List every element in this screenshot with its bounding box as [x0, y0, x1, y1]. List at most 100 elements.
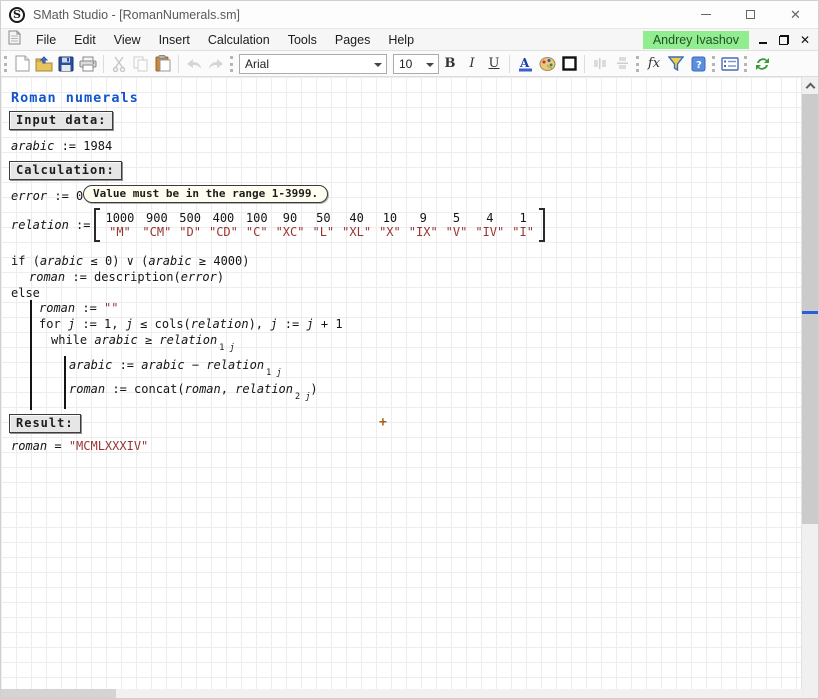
account-button[interactable]: Andrey Ivashov [643, 31, 749, 49]
expression-arabic-subtract[interactable]: arabic := arabic − relation1 j [69, 358, 281, 378]
font-color-button[interactable]: A [514, 53, 536, 75]
section-label-input-data[interactable]: Input data: [9, 111, 113, 130]
font-name-select[interactable]: Arial [239, 54, 387, 74]
app-logo-icon: S [9, 7, 25, 23]
new-sheet-icon [15, 55, 30, 72]
align-horizontal-icon [593, 57, 608, 70]
reference-book-button[interactable]: ? [687, 53, 709, 75]
expression-error-definition[interactable]: error := 0 [11, 189, 83, 203]
close-button[interactable]: ✕ [773, 1, 818, 28]
relation-lhs: relation := [11, 218, 90, 232]
toolbar-separator [103, 55, 104, 73]
redo-button[interactable] [205, 53, 227, 75]
toolbar-grip[interactable] [4, 56, 7, 72]
horizontal-scrollbar-thumb[interactable] [1, 689, 116, 698]
copy-icon [133, 56, 149, 72]
toolbar-separator [178, 55, 179, 73]
filter-button[interactable] [665, 53, 687, 75]
align-horizontal-button[interactable] [589, 53, 611, 75]
underline-button[interactable]: U [483, 53, 505, 75]
undo-button[interactable] [183, 53, 205, 75]
expression-roman-empty[interactable]: roman := "" [39, 301, 118, 315]
expression-roman-description[interactable]: roman := description(error) [29, 270, 224, 284]
expression-while-condition[interactable]: while arabic ≥ relation1 j [51, 333, 235, 353]
save-icon [58, 56, 74, 72]
section-label-calculation[interactable]: Calculation: [9, 161, 122, 180]
mdi-minimize-button[interactable] [756, 33, 770, 47]
expression-for-loop[interactable]: for j := 1, j ≤ cols(relation), j := j +… [39, 317, 343, 331]
toolbar-grip[interactable] [744, 56, 747, 72]
italic-label: I [469, 56, 474, 71]
refresh-button[interactable] [751, 53, 773, 75]
cut-icon [112, 56, 127, 72]
minimize-icon [701, 14, 711, 15]
vertical-scrollbar[interactable] [801, 77, 818, 691]
bold-button[interactable]: B [439, 53, 461, 75]
smath-window: S SMath Studio - [RomanNumerals.sm] ✕ Fi… [0, 0, 819, 699]
maximize-icon [746, 10, 755, 19]
copy-button[interactable] [130, 53, 152, 75]
menu-pages[interactable]: Pages [326, 31, 379, 49]
scroll-up-button[interactable] [802, 77, 818, 94]
menu-view[interactable]: View [105, 31, 150, 49]
horizontal-scrollbar[interactable] [1, 689, 803, 698]
else-block-bar [30, 300, 32, 410]
section-label-result[interactable]: Result: [9, 414, 81, 433]
paste-button[interactable] [152, 53, 174, 75]
worksheet-canvas[interactable]: Roman numerals Input data: arabic := 198… [1, 77, 803, 691]
maximize-button[interactable] [728, 1, 773, 28]
menu-tools[interactable]: Tools [279, 31, 326, 49]
expression-arabic-definition[interactable]: arabic := 1984 [11, 139, 112, 153]
undo-icon [185, 57, 203, 71]
menu-edit[interactable]: Edit [65, 31, 105, 49]
insertion-cursor: + [379, 415, 387, 430]
minimize-button[interactable] [683, 1, 728, 28]
menubar: File Edit View Insert Calculation Tools … [1, 29, 818, 51]
save-button[interactable] [55, 53, 77, 75]
new-sheet-button[interactable] [11, 53, 33, 75]
svg-text:A: A [519, 56, 530, 70]
toolbar-grip[interactable] [712, 56, 715, 72]
window-controls: ✕ [683, 1, 818, 28]
background-color-button[interactable] [536, 53, 558, 75]
snippets-list-button[interactable] [719, 53, 741, 75]
worksheet-title[interactable]: Roman numerals [11, 90, 139, 106]
expression-roman-result[interactable]: roman = "MCMLXXXIV" [11, 439, 148, 453]
mdi-restore-button[interactable] [777, 33, 791, 47]
function-button[interactable]: fx [643, 53, 665, 75]
mdi-close-button[interactable]: ✕ [798, 33, 812, 47]
italic-button[interactable]: I [461, 53, 483, 75]
toolbar-grip[interactable] [230, 56, 233, 72]
menu-calculation[interactable]: Calculation [199, 31, 279, 49]
paste-icon [155, 55, 171, 72]
bold-label: B [445, 56, 456, 71]
mdi-minimize-icon [759, 42, 767, 44]
align-vertical-button[interactable] [611, 53, 633, 75]
error-note[interactable]: Value must be in the range 1-3999. [83, 185, 328, 203]
menu-file[interactable]: File [27, 31, 65, 49]
border-button[interactable] [558, 53, 580, 75]
scrollbar-position-marker [802, 311, 818, 314]
scrollbar-corner [801, 689, 818, 698]
menu-insert[interactable]: Insert [150, 31, 199, 49]
font-size-select[interactable]: 10 [393, 54, 439, 74]
print-icon [79, 56, 97, 72]
border-icon [562, 56, 577, 71]
menu-help[interactable]: Help [379, 31, 423, 49]
redo-icon [207, 57, 225, 71]
expression-roman-concat[interactable]: roman := concat(roman, relation2 j) [69, 382, 318, 402]
expression-if-condition[interactable]: if (arabic ≤ 0) ∨ (arabic ≥ 4000) [11, 254, 249, 268]
expression-else-keyword[interactable]: else [11, 286, 40, 300]
window-title: SMath Studio - [RomanNumerals.sm] [33, 8, 240, 22]
expression-relation-matrix[interactable]: relation := 1000"M"900"CM"500"D"400"CD"1… [11, 208, 545, 242]
while-block-bar [64, 356, 66, 409]
font-size-value: 10 [399, 57, 412, 71]
print-button[interactable] [77, 53, 99, 75]
open-button[interactable] [33, 53, 55, 75]
vertical-scrollbar-thumb[interactable] [802, 94, 818, 524]
mdi-restore-icon [779, 35, 789, 45]
chevron-down-icon [374, 63, 382, 67]
toolbar-separator [509, 55, 510, 73]
toolbar-grip[interactable] [636, 56, 639, 72]
cut-button[interactable] [108, 53, 130, 75]
